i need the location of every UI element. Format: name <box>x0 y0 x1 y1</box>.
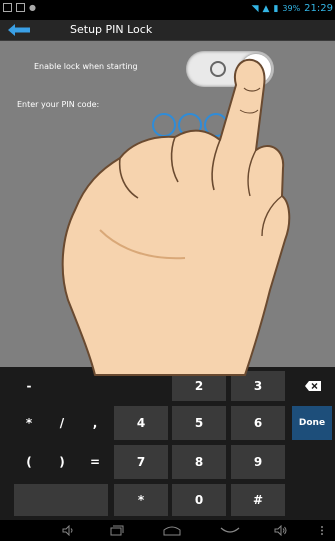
status-bar: ● ◥ ▲ ▮ 39% 21:29 <box>0 0 335 20</box>
page-title: Setup PIN Lock <box>70 23 153 36</box>
lock-label: Enable lock when starting <box>34 62 138 71</box>
key-5[interactable]: 5 <box>172 406 226 440</box>
key-slash[interactable]: / <box>47 406 77 440</box>
key-2[interactable]: 2 <box>172 371 226 401</box>
key-close-paren[interactable]: ) <box>47 445 77 479</box>
pin-slot <box>152 113 176 137</box>
pin-input[interactable] <box>152 113 254 137</box>
key-hash[interactable]: # <box>231 484 285 516</box>
key-label: 6 <box>253 416 263 430</box>
key-label: Done <box>298 418 326 428</box>
toggle-knob[interactable] <box>241 54 271 84</box>
wifi-icon: ◥ <box>251 3 259 14</box>
key-7[interactable]: 7 <box>114 445 168 479</box>
key-label: / <box>59 416 65 430</box>
lock-toggle[interactable] <box>186 51 274 87</box>
key-label: 3 <box>253 379 263 393</box>
key-asterisk[interactable]: * <box>14 406 44 440</box>
key-label: - <box>26 379 32 393</box>
screen: ● ◥ ▲ ▮ 39% 21:29 Setup PIN Lock Enable … <box>0 0 335 541</box>
key-label: 0 <box>194 493 204 507</box>
back-arrow-icon[interactable] <box>6 23 32 37</box>
navigation-bar <box>0 520 335 541</box>
volume-down-icon[interactable] <box>62 525 74 536</box>
key-9[interactable]: 9 <box>231 445 285 479</box>
message-icon <box>16 3 25 12</box>
recent-apps-icon[interactable] <box>110 525 124 536</box>
status-right-icons: ◥ ▲ ▮ 39% 21:29 <box>252 3 333 14</box>
home-icon[interactable] <box>163 525 181 536</box>
key-6[interactable]: 6 <box>231 406 285 440</box>
key-label: 8 <box>194 455 204 469</box>
key-label: 7 <box>136 455 146 469</box>
pin-slot <box>204 113 228 137</box>
pin-slot <box>230 113 254 137</box>
backspace-key[interactable] <box>292 371 332 401</box>
key-3[interactable]: 3 <box>231 371 285 401</box>
done-button[interactable]: Done <box>292 406 332 440</box>
key-star[interactable]: * <box>114 484 168 516</box>
settings-panel: Enable lock when starting Enter your PIN… <box>0 41 335 367</box>
key-label: 5 <box>194 416 204 430</box>
pin-label: Enter your PIN code: <box>17 100 100 109</box>
signal-icon: ▲ <box>262 3 270 14</box>
key-comma[interactable]: , <box>80 406 110 440</box>
key-label: , <box>92 416 98 430</box>
key-label: * <box>25 416 33 430</box>
toggle-off-icon <box>210 61 226 77</box>
key-space[interactable] <box>14 484 108 516</box>
key-label: # <box>252 493 264 507</box>
key-label: * <box>137 493 145 507</box>
key-0[interactable]: 0 <box>172 484 226 516</box>
clock: 21:29 <box>304 3 333 14</box>
numeric-keyboard: - 2 3 * / , 4 5 6 Done ( ) = 7 8 9 * 0 # <box>0 367 335 520</box>
backspace-icon <box>305 381 321 391</box>
key-label: = <box>89 455 101 469</box>
key-label: 4 <box>136 416 146 430</box>
title-bar: Setup PIN Lock <box>0 20 335 41</box>
menu-icon[interactable] <box>320 525 324 536</box>
key-label: 9 <box>253 455 263 469</box>
status-left-icons: ● <box>3 3 36 12</box>
key-label: ( <box>26 455 32 469</box>
battery-icon: ▮ <box>273 3 279 14</box>
pin-slot <box>178 113 202 137</box>
key-dash[interactable]: - <box>14 371 44 401</box>
volume-up-icon[interactable] <box>274 525 288 536</box>
key-label: 2 <box>194 379 204 393</box>
key-label: ) <box>59 455 65 469</box>
back-icon[interactable] <box>220 525 240 535</box>
notification-icon: ● <box>29 3 36 12</box>
battery-percent: 39% <box>282 4 301 13</box>
key-equals[interactable]: = <box>80 445 110 479</box>
key-open-paren[interactable]: ( <box>14 445 44 479</box>
key-8[interactable]: 8 <box>172 445 226 479</box>
key-4[interactable]: 4 <box>114 406 168 440</box>
screenshot-icon <box>3 3 12 12</box>
